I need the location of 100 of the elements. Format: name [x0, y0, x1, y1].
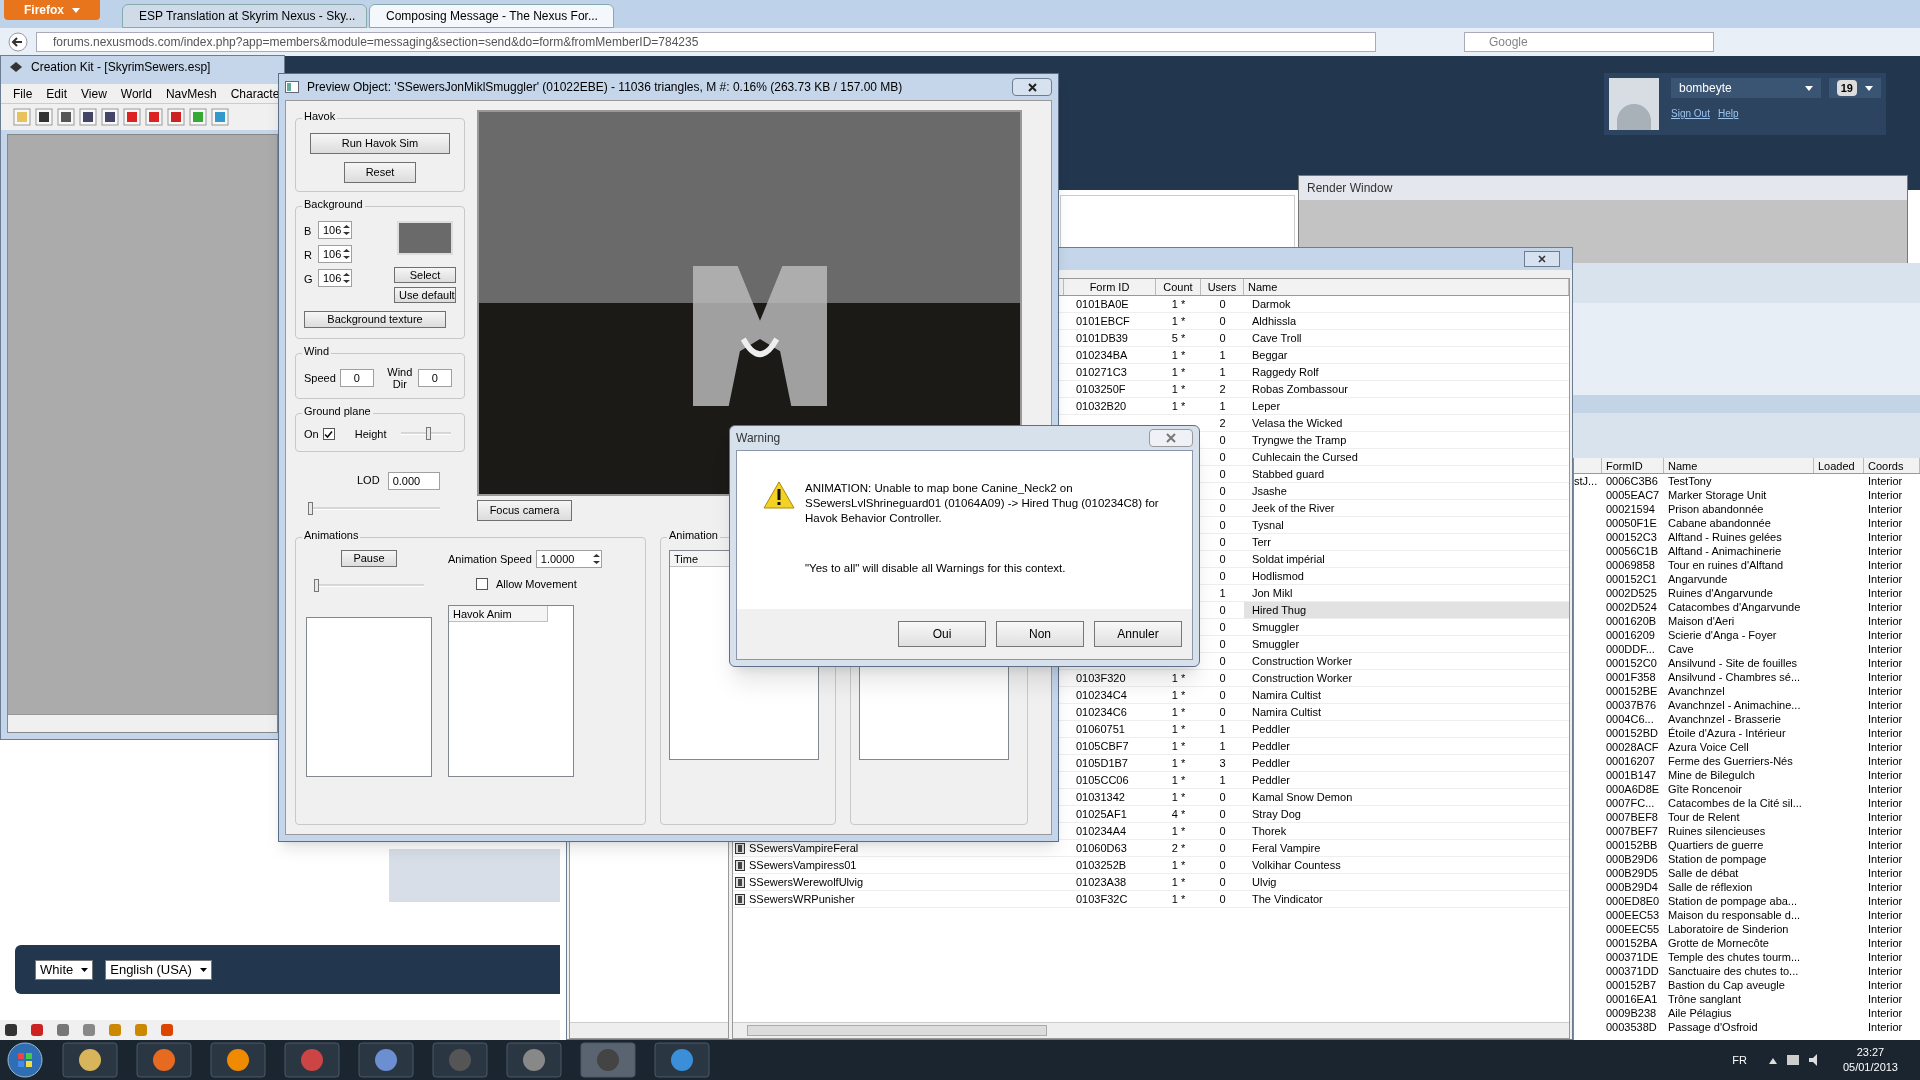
- color-swatch[interactable]: [397, 221, 453, 255]
- slider-track[interactable]: [311, 579, 427, 593]
- table-row[interactable]: 0002D525 Ruines d'Angarvunde Interior: [1574, 586, 1920, 600]
- push-button[interactable]: Reset: [344, 162, 416, 183]
- table-row[interactable]: 00021594 Prison abandonnée Interior: [1574, 502, 1920, 516]
- table-row[interactable]: 0007FC... Catacombes de la Cité sil... Interior: [1574, 796, 1920, 810]
- checkbox[interactable]: [322, 428, 335, 441]
- column-header[interactable]: Loaded: [1814, 458, 1864, 473]
- column-header[interactable]: Name: [1664, 458, 1814, 473]
- table-row[interactable]: 000ED8E0 Station de pompage aba... Interior: [1574, 894, 1920, 908]
- input-field[interactable]: 0: [417, 369, 452, 387]
- notification-badge[interactable]: 19: [1828, 78, 1881, 98]
- slider-thumb[interactable]: [426, 427, 431, 441]
- table-row[interactable]: 000EEC55 Laboratoire de Sinderion Interior: [1574, 922, 1920, 936]
- column-header[interactable]: Count: [1156, 279, 1201, 295]
- taskbar-app-icon[interactable]: [358, 1042, 414, 1078]
- taskbar-app-icon[interactable]: [62, 1042, 118, 1078]
- table-row[interactable]: 000B29D4 Salle de réflexion Interior: [1574, 880, 1920, 894]
- close-button[interactable]: [1012, 78, 1052, 96]
- slider-thumb[interactable]: [307, 501, 313, 515]
- table-row[interactable]: 000152C3 Alftand - Ruines gelées Interior: [1574, 530, 1920, 544]
- start-button[interactable]: [6, 1041, 44, 1079]
- toolbar-icon[interactable]: [79, 108, 97, 126]
- table-row[interactable]: 0001B147 Mine de Bilegulch Interior: [1574, 768, 1920, 782]
- spin-box[interactable]: 1.0000: [535, 550, 602, 568]
- toolbar-icon[interactable]: [101, 108, 119, 126]
- search-field[interactable]: Google: [1464, 32, 1714, 52]
- dialog-button[interactable]: Non: [996, 621, 1084, 647]
- toolbar-icon[interactable]: [57, 108, 75, 126]
- slider-thumb[interactable]: [313, 579, 319, 592]
- user-menu[interactable]: bombeyte: [1671, 78, 1821, 98]
- table-row[interactable]: 000B29D5 Salle de débat Interior: [1574, 866, 1920, 880]
- address-bar[interactable]: forums.nexusmods.com/index.php?app=members&module=messaging&section=send&do=form&fromMemberID=784235: [36, 32, 1376, 52]
- table-row[interactable]: 000DDF... Cave Interior: [1574, 642, 1920, 656]
- input-field[interactable]: 0.000: [387, 471, 440, 490]
- push-button[interactable]: Pause: [341, 550, 397, 567]
- slider-track[interactable]: [305, 501, 443, 516]
- list-box[interactable]: Havok Anim: [448, 604, 574, 777]
- push-button[interactable]: Run Havok Sim: [310, 133, 450, 154]
- horizontal-scrollbar[interactable]: [733, 1022, 1569, 1038]
- profile-link[interactable]: Sign Out: [1671, 106, 1710, 121]
- back-icon[interactable]: [8, 32, 28, 52]
- browser-tab[interactable]: Composing Message - The Nexus For...: [369, 4, 614, 28]
- table-row[interactable]: 000152BB Quartiers de guerre Interior: [1574, 838, 1920, 852]
- push-button[interactable]: Select: [394, 267, 456, 283]
- spin-box[interactable]: 106: [318, 221, 352, 239]
- table-row[interactable]: 000371DE Temple des chutes tourm... Interior: [1574, 950, 1920, 964]
- push-button[interactable]: Use default: [394, 287, 456, 303]
- table-row[interactable]: 0002D524 Catacombes d'Angarvunde Interior: [1574, 600, 1920, 614]
- column-header[interactable]: Users: [1201, 279, 1244, 295]
- table-row[interactable]: 000152C0 Ansilvund - Site de fouilles Interior: [1574, 656, 1920, 670]
- table-cell[interactable]: Hired Thug: [1244, 602, 1569, 618]
- table-row[interactable]: 00016EA1 Trône sanglant Interior: [1574, 992, 1920, 1006]
- table-row[interactable]: 0007BEF8 Tour de Relent Interior: [1574, 810, 1920, 824]
- addon-icon[interactable]: [30, 1023, 44, 1037]
- table-row[interactable]: 00050F1E Cabane abandonnée Interior: [1574, 516, 1920, 530]
- menu-item[interactable]: View: [81, 84, 107, 103]
- column-header[interactable]: FormID: [1602, 458, 1664, 473]
- table-row[interactable]: 000EEC53 Maison du responsable d... Interior: [1574, 908, 1920, 922]
- table-row[interactable]: 0005EAC7 Marker Storage Unit Interior: [1574, 488, 1920, 502]
- table-row[interactable]: 00016207 Ferme des Guerriers-Nés Interior: [1574, 754, 1920, 768]
- table-row[interactable]: 000152BD Étoile d'Azura - Intérieur Interior: [1574, 726, 1920, 740]
- table-row[interactable]: 0009B238 Aile Pélagius Interior: [1574, 1006, 1920, 1020]
- push-button[interactable]: Focus camera: [477, 500, 572, 521]
- input-field[interactable]: 0: [339, 369, 374, 387]
- taskbar-app-icon[interactable]: [136, 1042, 192, 1078]
- taskbar-app-icon[interactable]: [506, 1042, 562, 1078]
- menu-item[interactable]: File: [13, 84, 33, 103]
- table-row[interactable]: 000B29D6 Station de pompage Interior: [1574, 852, 1920, 866]
- checkbox[interactable]: [476, 578, 488, 591]
- table-row[interactable]: 000152C1 Angarvunde Interior: [1574, 572, 1920, 586]
- table-row[interactable]: 00056C1B Alftand - Animachinerie Interior: [1574, 544, 1920, 558]
- select-field[interactable]: English (USA): [105, 959, 212, 980]
- table-row[interactable]: 00069858 Tour en ruines d'Alftand Interior: [1574, 558, 1920, 572]
- dialog-button[interactable]: Oui: [898, 621, 986, 647]
- column-header[interactable]: Name: [1244, 279, 1569, 295]
- table-row[interactable]: 00028ACF Azura Voice Cell Interior: [1574, 740, 1920, 754]
- language-indicator[interactable]: FR: [1732, 1051, 1747, 1069]
- spin-box[interactable]: 106: [318, 269, 352, 287]
- spin-box[interactable]: 106: [318, 245, 352, 263]
- menu-item[interactable]: Edit: [46, 84, 68, 103]
- column-header[interactable]: Coords: [1864, 458, 1920, 473]
- close-button[interactable]: [1524, 251, 1560, 267]
- menu-item[interactable]: NavMesh: [165, 84, 217, 103]
- column-header[interactable]: Havok Anim: [449, 605, 549, 622]
- table-row[interactable]: 000A6D8E Gîte Roncenoir Interior: [1574, 782, 1920, 796]
- table-row[interactable]: 0001620B Maison d'Aeri Interior: [1574, 614, 1920, 628]
- menu-item[interactable]: Characte: [230, 84, 280, 103]
- clock[interactable]: 23:27 05/01/2013: [1842, 1045, 1914, 1075]
- table-row[interactable]: 000152BE Avanchnzel Interior: [1574, 684, 1920, 698]
- table-row[interactable]: 000152BA Grotte de Mornecôte Interior: [1574, 936, 1920, 950]
- table-row[interactable]: 00016209 Scierie d'Anga - Foyer Interior: [1574, 628, 1920, 642]
- table-row[interactable]: 0007BEF7 Ruines silencieuses Interior: [1574, 824, 1920, 838]
- push-button[interactable]: Background texture: [304, 311, 446, 328]
- toolbar-icon[interactable]: [35, 108, 53, 126]
- profile-link[interactable]: Help: [1717, 106, 1739, 121]
- column-header[interactable]: Form ID: [1064, 279, 1156, 295]
- list-box[interactable]: [306, 617, 432, 777]
- table-row[interactable]: 0003538D Passage d'Osfroid Interior: [1574, 1020, 1920, 1034]
- table-row[interactable]: 0004C6... Avanchnzel - Brasserie Interior: [1574, 712, 1920, 726]
